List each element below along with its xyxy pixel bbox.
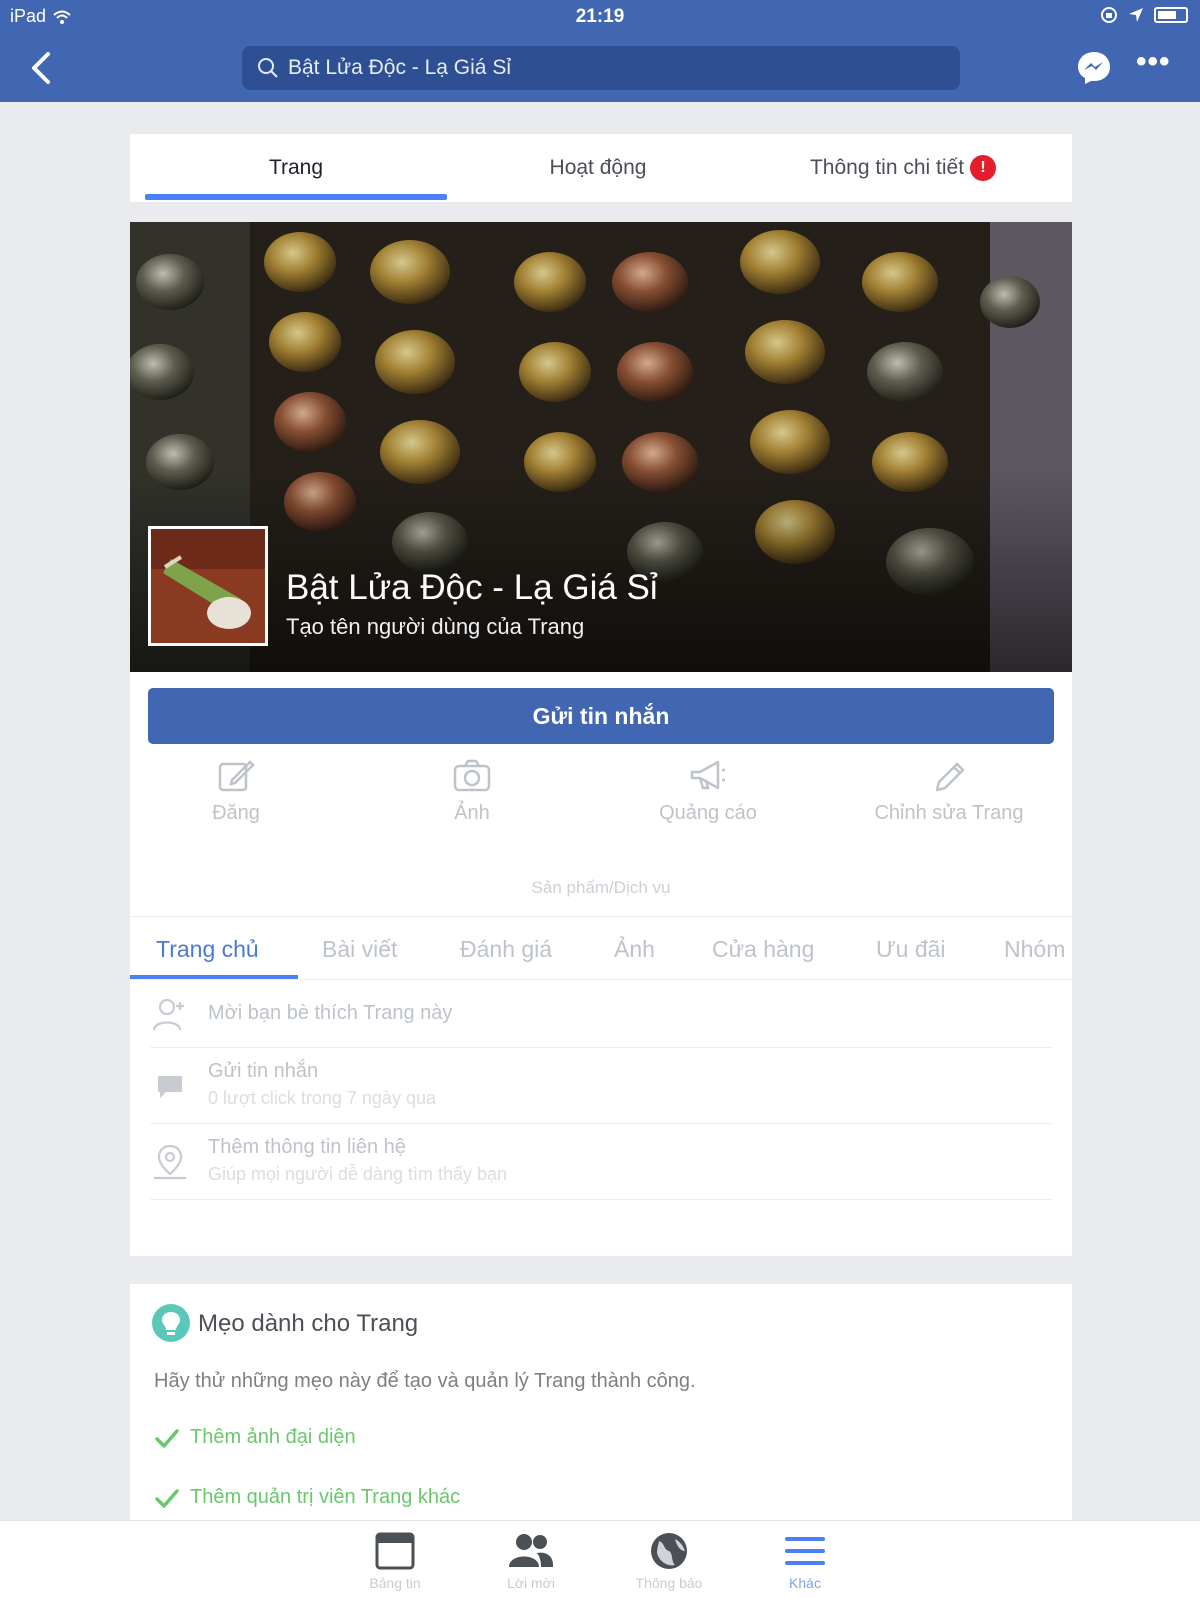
status-right (1100, 6, 1188, 24)
tab-offers[interactable]: Ưu đãi (876, 917, 946, 981)
tips-title: Mẹo dành cho Trang (198, 1310, 419, 1337)
more-options-button[interactable]: ••• (1136, 47, 1172, 84)
edit-page-label: Chỉnh sửa Trang (874, 802, 1024, 824)
page-tips-card: Mẹo dành cho Trang Hãy thử những mẹo này… (130, 1284, 1072, 1524)
tab-news-feed[interactable]: Bảng tin (340, 1531, 450, 1601)
alert-badge: ! (970, 155, 997, 182)
tab-groups[interactable]: Nhóm (1004, 917, 1065, 981)
location-arrow-icon (1129, 8, 1143, 22)
add-contact-sub: Giúp mọi người dễ dàng tìm thấy bạn (208, 1164, 508, 1184)
edit-icon (218, 760, 255, 792)
tip-label: Thêm ảnh đại diện (190, 1426, 356, 1448)
messenger-icon (1078, 52, 1110, 84)
promote-label: Quảng cáo (659, 802, 757, 824)
tab-hoat-dong[interactable]: Hoạt động (447, 134, 749, 202)
tip-item[interactable]: Thêm quản trị viên Trang khác (154, 1486, 460, 1509)
bottom-tab-bar: Bảng tin Lời mời Thông báo Khác (0, 1520, 1200, 1602)
search-text: Bật Lửa Độc - Lạ Giá Sỉ (288, 56, 511, 79)
active-subtab-indicator (130, 975, 298, 979)
tab-shop[interactable]: Cửa hàng (712, 917, 814, 981)
cover-photo[interactable]: Bật Lửa Độc - Lạ Giá Sỉ Tạo tên người dù… (130, 222, 1072, 672)
tip-label: Thêm quản trị viên Trang khác (190, 1486, 461, 1508)
pencil-icon (935, 762, 965, 792)
edit-page-action[interactable]: Chỉnh sửa Trang (844, 756, 1054, 832)
globe-icon (651, 1533, 687, 1569)
tip-item[interactable]: Thêm ảnh đại diện (154, 1426, 356, 1449)
news-feed-icon (375, 1532, 415, 1570)
tab-posts[interactable]: Bài viết (322, 917, 397, 981)
send-message-stats: 0 lượt click trong 7 ngày qua (208, 1088, 436, 1108)
chevron-left-icon (32, 52, 50, 84)
invite-friend-icon (152, 998, 184, 1031)
invite-friends-row[interactable]: Mời bạn bè thích Trang này (150, 982, 1052, 1048)
send-message-button[interactable]: Gửi tin nhắn (148, 688, 1054, 744)
add-contact-title: Thêm thông tin liên hệ (208, 1136, 406, 1158)
search-input[interactable]: Bật Lửa Độc - Lạ Giá Sỉ (242, 46, 960, 90)
message-icon (158, 1076, 182, 1098)
more-label: Khác (789, 1575, 821, 1591)
tab-more[interactable]: Khác (750, 1531, 860, 1601)
tab-thong-tin-chi-tiet[interactable]: Thông tin chi tiết! (749, 134, 1057, 202)
messenger-button[interactable] (1074, 48, 1114, 88)
post-action[interactable]: Đăng (136, 756, 336, 832)
notifications-label: Thông báo (635, 1575, 703, 1591)
camera-icon (453, 759, 491, 792)
tab-reviews[interactable]: Đánh giá (460, 917, 552, 981)
tab-home[interactable]: Trang chủ (156, 917, 259, 981)
page-name: Bật Lửa Độc - Lạ Giá Sỉ (286, 568, 658, 607)
page-category: Sản phẩm/Dịch vụ (531, 878, 671, 897)
check-icon (155, 1428, 179, 1448)
orientation-lock-icon (1101, 7, 1117, 23)
battery-icon (1154, 7, 1188, 23)
tab-photos[interactable]: Ảnh (614, 917, 655, 981)
tips-description: Hãy thử những mẹo này để tạo và quản lý … (154, 1370, 696, 1392)
page-sections-tabs: Trang chủ Bài viết Đánh giá Ảnh Cửa hàng… (130, 916, 1072, 980)
create-username-link[interactable]: Tạo tên người dùng của Trang (286, 614, 584, 640)
friend-requests-icon (509, 1534, 554, 1567)
send-message-title: Gửi tin nhắn (208, 1060, 319, 1082)
send-message-row[interactable]: Gửi tin nhắn 0 lượt click trong 7 ngày q… (150, 1048, 1052, 1124)
tab-friend-requests[interactable]: Lời mời (476, 1531, 586, 1601)
tips-bulb-icon (152, 1304, 190, 1342)
invite-friends-text: Mời bạn bè thích Trang này (208, 1002, 453, 1024)
news-feed-label: Bảng tin (369, 1575, 421, 1591)
menu-icon (785, 1537, 825, 1565)
page-tabs: Trang Hoạt động Thông tin chi tiết! (130, 134, 1072, 202)
lightbulb-icon (162, 1312, 180, 1335)
friend-requests-label: Lời mời (507, 1575, 555, 1591)
back-button[interactable] (26, 48, 56, 88)
add-contact-row[interactable]: Thêm thông tin liên hệ Giúp mọi người dễ… (150, 1124, 1052, 1200)
active-tab-indicator (145, 194, 447, 200)
promote-action[interactable]: Quảng cáo (608, 756, 808, 832)
lighter-image (151, 529, 265, 643)
tab-thong-tin-label: Thông tin chi tiết (809, 156, 965, 179)
profile-picture[interactable] (148, 526, 268, 646)
post-label: Đăng (212, 802, 260, 824)
status-time: 21:19 (575, 6, 625, 27)
tab-trang[interactable]: Trang (145, 134, 447, 202)
tab-notifications[interactable]: Thông báo (614, 1531, 724, 1601)
top-bar: iPad 21:19 Bật Lửa Độc - Lạ Giá Sỉ ••• (0, 0, 1200, 102)
page-card: Bật Lửa Độc - Lạ Giá Sỉ Tạo tên người dù… (130, 222, 1072, 1256)
search-icon (258, 58, 278, 78)
megaphone-icon (690, 760, 725, 790)
location-icon (154, 1144, 186, 1180)
photo-label: Ảnh (454, 802, 490, 824)
photo-action[interactable]: Ảnh (372, 756, 572, 832)
check-icon (155, 1488, 179, 1508)
